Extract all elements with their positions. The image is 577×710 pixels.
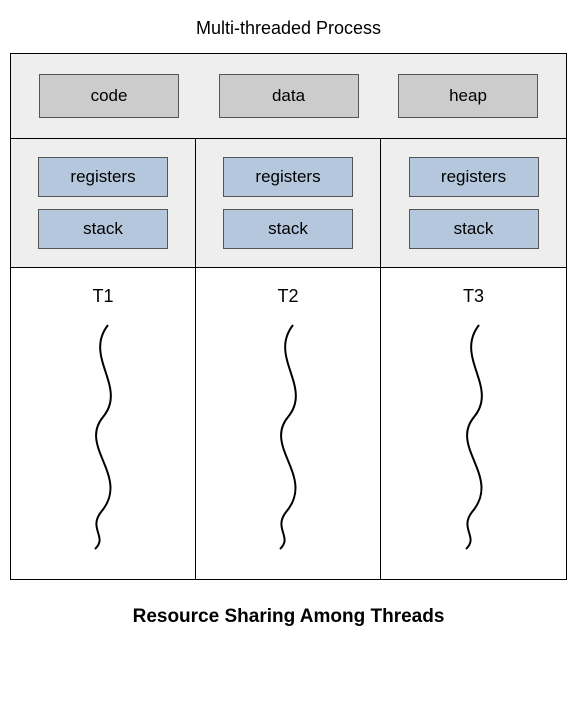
thread-private-row: registers stack registers stack register… xyxy=(11,139,566,268)
thread3-execution-cell: T3 xyxy=(381,268,566,579)
thread3-label: T3 xyxy=(463,286,484,307)
thread2-execution-cell: T2 xyxy=(196,268,381,579)
thread1-execution-cell: T1 xyxy=(11,268,196,579)
registers-box: registers xyxy=(409,157,539,197)
thread-squiggle-icon xyxy=(53,317,153,557)
thread-squiggle-icon xyxy=(238,317,338,557)
thread1-private-cell: registers stack xyxy=(11,139,196,267)
diagram-caption: Resource Sharing Among Threads xyxy=(0,580,577,654)
thread1-label: T1 xyxy=(92,286,113,307)
stack-box: stack xyxy=(38,209,168,249)
registers-box: registers xyxy=(38,157,168,197)
diagram-title: Multi-threaded Process xyxy=(0,0,577,53)
stack-box: stack xyxy=(223,209,353,249)
registers-box: registers xyxy=(223,157,353,197)
thread2-private-cell: registers stack xyxy=(196,139,381,267)
thread2-label: T2 xyxy=(277,286,298,307)
code-segment-box: code xyxy=(39,74,179,118)
stack-box: stack xyxy=(409,209,539,249)
data-segment-box: data xyxy=(219,74,359,118)
process-box: code data heap registers stack registers… xyxy=(10,53,567,580)
heap-segment-box: heap xyxy=(398,74,538,118)
thread3-private-cell: registers stack xyxy=(381,139,566,267)
shared-resources-row: code data heap xyxy=(11,54,566,139)
thread-execution-row: T1 T2 T3 xyxy=(11,268,566,579)
thread-squiggle-icon xyxy=(424,317,524,557)
